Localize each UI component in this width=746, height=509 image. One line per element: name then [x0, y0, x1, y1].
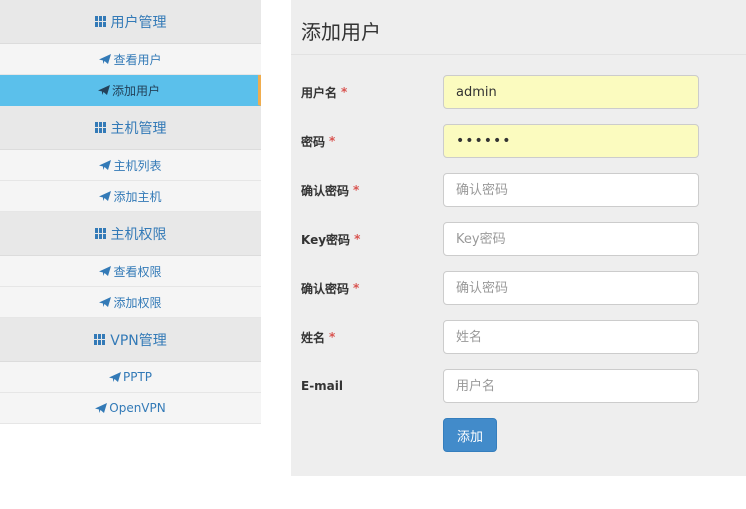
key-password-field[interactable]	[443, 222, 699, 256]
paper-plane-icon	[99, 54, 112, 64]
username-label: 用户名 *	[301, 75, 347, 109]
required-mark: *	[354, 232, 361, 246]
field-label-text: E-mail	[301, 379, 344, 393]
password-label: 密码 *	[301, 124, 335, 158]
grid-icon	[94, 228, 106, 239]
confirm-key-password-label: 确认密码 *	[301, 271, 359, 305]
sidebar-item-label: OpenVPN	[109, 401, 166, 415]
form-row-confirm-key-password: 确认密码 *	[291, 271, 746, 305]
add-button[interactable]: 添加	[443, 418, 497, 452]
paper-plane-icon	[99, 297, 112, 307]
field-label-text: 密码	[301, 134, 326, 149]
paper-plane-icon	[108, 372, 121, 382]
form-row-password: 密码 *	[291, 124, 746, 158]
sidebar-item-host-list[interactable]: 主机列表	[0, 150, 261, 181]
field-label-text: 姓名	[301, 330, 326, 345]
paper-plane-icon	[97, 85, 110, 95]
sidebar-item-view-permissions[interactable]: 查看权限	[0, 256, 261, 287]
email-field[interactable]	[443, 369, 699, 403]
field-label-text: 确认密码	[301, 183, 350, 198]
sidebar-section-user-mgmt[interactable]: 用户管理	[0, 0, 261, 44]
sidebar: 用户管理 查看用户 添加用户 主机管理 主机列表 添加主机 主机权限 查看权限 …	[0, 0, 261, 424]
required-mark: *	[341, 85, 348, 99]
paper-plane-icon	[95, 403, 108, 413]
sidebar-section-host-permissions[interactable]: 主机权限	[0, 212, 261, 256]
sidebar-item-openvpn[interactable]: OpenVPN	[0, 393, 261, 424]
confirm-key-password-field[interactable]	[443, 271, 699, 305]
sidebar-section-vpn-mgmt[interactable]: VPN管理	[0, 318, 261, 362]
sidebar-item-label: 添加主机	[113, 189, 162, 204]
add-user-panel: 添加用户 用户名* 密码* 确认密码* Key密码* 确认密码* 姓名*	[291, 0, 746, 476]
paper-plane-icon	[99, 160, 112, 170]
section-header-label: 用户管理	[110, 14, 167, 31]
sidebar-item-label: 添加用户	[111, 83, 160, 98]
field-label-text: 用户名	[301, 85, 338, 100]
required-mark: *	[353, 281, 360, 295]
email-label: E-mail	[301, 369, 343, 403]
form-row-email: E-mail	[291, 369, 746, 403]
password-field[interactable]	[443, 124, 699, 158]
section-header-label: 主机管理	[110, 120, 167, 137]
section-header-label: 主机权限	[110, 226, 167, 243]
required-mark: *	[353, 183, 360, 197]
form-row-key-password: Key密码 *	[291, 222, 746, 256]
sidebar-item-add-host[interactable]: 添加主机	[0, 181, 261, 212]
form-row-username: 用户名 *	[291, 75, 746, 109]
sidebar-section-host-mgmt[interactable]: 主机管理	[0, 106, 261, 150]
sidebar-item-add-permission[interactable]: 添加权限	[0, 287, 261, 318]
key-password-label: Key密码 *	[301, 222, 360, 256]
sidebar-item-label: 主机列表	[113, 158, 162, 173]
sidebar-item-add-user[interactable]: 添加用户	[0, 75, 261, 106]
form-row-confirm-password: 确认密码 *	[291, 173, 746, 207]
sidebar-item-label: 查看用户	[113, 52, 162, 67]
confirm-password-field[interactable]	[443, 173, 699, 207]
paper-plane-icon	[99, 266, 112, 276]
page-title: 添加用户	[291, 0, 746, 55]
name-field[interactable]	[443, 320, 699, 354]
required-mark: *	[329, 134, 336, 148]
name-label: 姓名 *	[301, 320, 335, 354]
field-label-text: 确认密码	[301, 281, 350, 296]
sidebar-item-label: 查看权限	[113, 264, 162, 279]
field-label-text: Key密码	[301, 232, 351, 247]
grid-icon	[94, 334, 106, 345]
grid-icon	[94, 122, 106, 133]
sidebar-item-view-users[interactable]: 查看用户	[0, 44, 261, 75]
form-row-name: 姓名 *	[291, 320, 746, 354]
sidebar-item-label: 添加权限	[113, 295, 162, 310]
grid-icon	[94, 16, 106, 27]
sidebar-item-pptp[interactable]: PPTP	[0, 362, 261, 393]
confirm-password-label: 确认密码 *	[301, 173, 359, 207]
section-header-label: VPN管理	[110, 332, 167, 349]
required-mark: *	[329, 330, 336, 344]
sidebar-item-label: PPTP	[122, 370, 153, 384]
username-field[interactable]	[443, 75, 699, 109]
paper-plane-icon	[99, 191, 112, 201]
